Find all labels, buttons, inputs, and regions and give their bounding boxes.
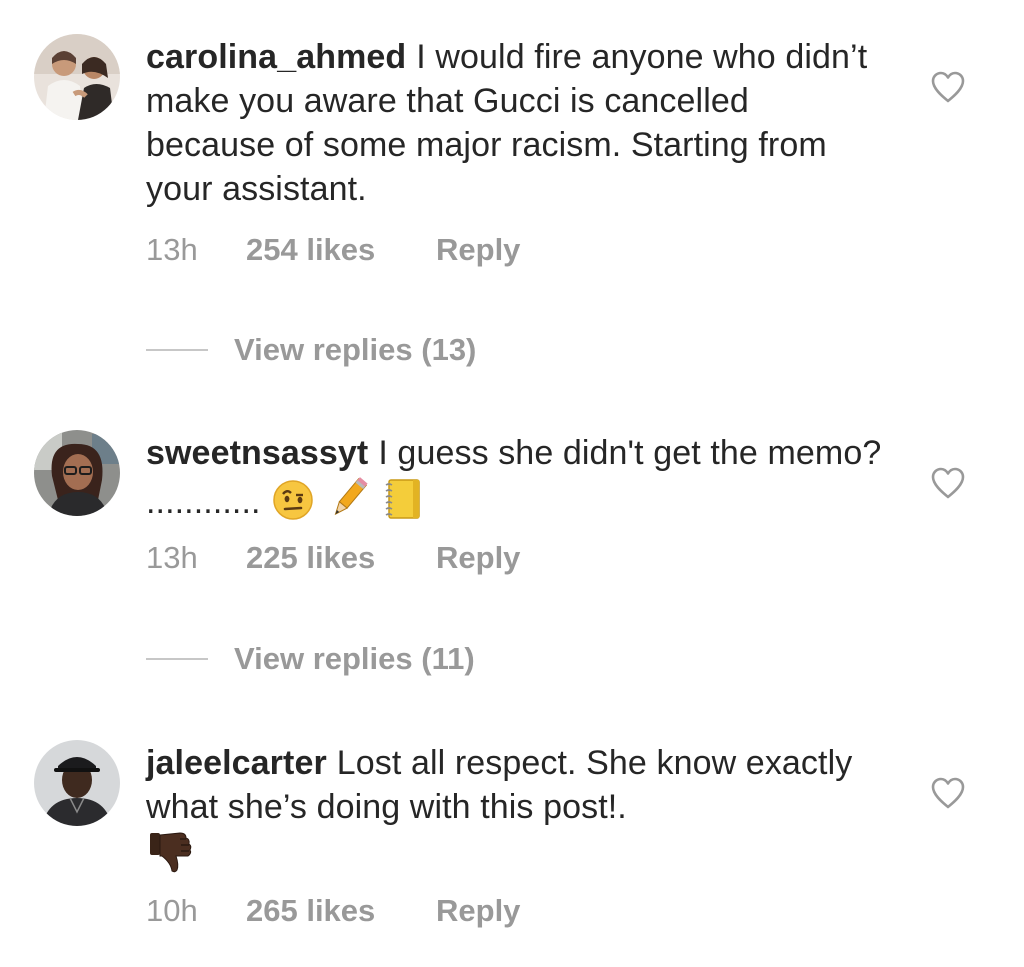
comment-item: carolina_ahmed I would fire anyone who di… [0,0,1024,300]
reply-button[interactable]: Reply [436,893,520,929]
avatar[interactable] [34,430,120,516]
photo-avatar-mother-child-icon [34,34,120,120]
comment-timestamp: 13h [146,540,198,575]
comment-username[interactable]: carolina_ahmed [146,38,406,76]
view-replies-label: View replies (11) [234,641,475,676]
comment-timestamp: 13h [146,232,198,267]
like-heart-icon[interactable] [930,70,966,104]
photo-avatar-woman-glasses-icon [34,430,120,516]
comment-body: jaleelcarter Lost all respect. She know e… [146,741,886,886]
comment-likes-count[interactable]: 265 likes [246,893,436,929]
comment-likes-count[interactable]: 225 likes [246,540,436,576]
reply-button[interactable]: Reply [436,540,520,576]
comment-username[interactable]: sweetnsassyt [146,434,368,472]
pencil-emoji-icon [326,475,372,532]
comment-likes-count[interactable]: 254 likes [246,232,436,268]
like-heart-icon[interactable] [930,776,966,810]
raised-eyebrow-face-emoji-icon [272,479,314,532]
photo-avatar-man-cap-icon [34,740,120,826]
view-replies-label: View replies (13) [234,332,477,367]
avatar[interactable] [34,34,120,120]
like-heart-icon[interactable] [930,466,966,500]
comment-item: sweetnsassyt I guess she didn't get the m… [0,420,1024,600]
comment-meta: 10h 265 likes Reply [146,893,520,929]
comment-body: carolina_ahmed I would fire anyone who di… [146,35,886,211]
comment-meta: 13h 225 likes Reply [146,540,520,576]
comment-item: jaleelcarter Lost all respect. She know e… [0,730,1024,967]
avatar[interactable] [34,740,120,826]
view-replies-divider [146,657,208,660]
comment-body: sweetnsassyt I guess she didn't get the m… [146,431,886,532]
view-replies-divider [146,348,208,351]
reply-button[interactable]: Reply [436,232,520,268]
comment-timestamp: 10h [146,893,198,928]
comment-username[interactable]: jaleelcarter [146,744,327,782]
view-replies-button[interactable]: View replies (11) [146,641,475,677]
notebook-emoji-icon [383,477,423,532]
comment-meta: 13h 254 likes Reply [146,232,520,268]
view-replies-button[interactable]: View replies (13) [146,332,476,368]
thumbs-down-emoji-icon [148,829,194,886]
